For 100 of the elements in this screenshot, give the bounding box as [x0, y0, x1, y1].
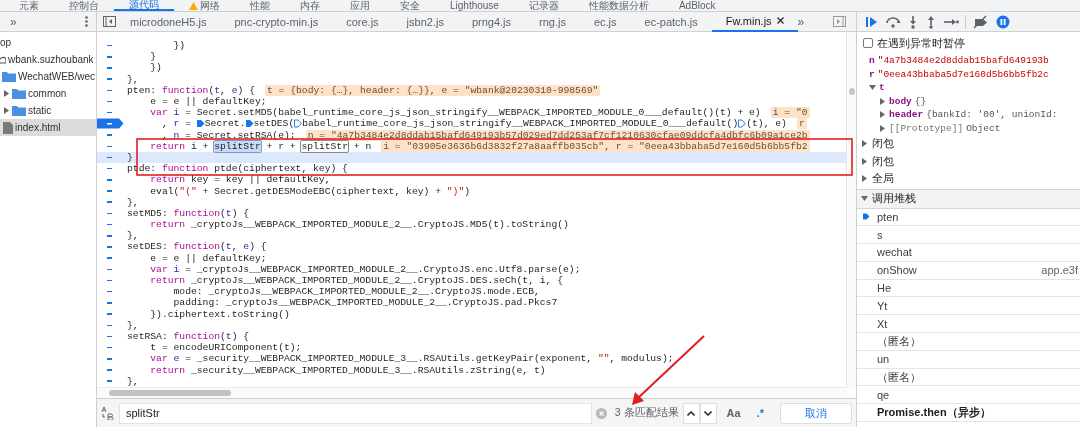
- tree-item[interactable]: WechatWEB/wec: [18, 71, 96, 82]
- file-tab[interactable]: rng.js: [525, 11, 580, 32]
- previous-match-button[interactable]: [682, 402, 700, 424]
- panel-tab[interactable]: 应用: [335, 0, 385, 11]
- frame-name: （匿名）: [877, 333, 921, 349]
- folder-icon: [2, 71, 16, 82]
- code-line: , r =: [160, 118, 192, 130]
- file-tab[interactable]: core.js: [332, 11, 393, 32]
- code-line: }: [127, 151, 133, 163]
- panel-tab[interactable]: 记录器: [513, 0, 574, 11]
- match-case-button[interactable]: Aa: [720, 407, 747, 419]
- code-line: var i = _cryptoJs__WEBPACK_IMPORTED_MODULE_2__.CryptoJS.enc.Utf8.parse(e);: [149, 263, 581, 275]
- frame-name: He: [877, 282, 892, 295]
- scope-key: n: [869, 55, 875, 67]
- panel-tab[interactable]: 内存: [285, 0, 335, 11]
- code-line: },: [127, 319, 139, 331]
- tree-item[interactable]: common: [28, 88, 67, 99]
- panel-tab[interactable]: 安全: [385, 0, 435, 11]
- file-tab[interactable]: prng4.js: [457, 11, 525, 32]
- call-frame[interactable]: Promise.then（异步）: [857, 404, 1080, 423]
- sidebar-toggle-icon: [833, 16, 846, 27]
- checkbox[interactable]: [863, 38, 873, 48]
- panel-tab[interactable]: 性能: [235, 0, 285, 11]
- frame-name: （匿名）: [877, 369, 921, 385]
- code-line: },: [127, 375, 139, 387]
- frame-name: un: [877, 353, 890, 366]
- scope-group[interactable]: 闭包: [872, 136, 894, 152]
- step-over-icon: [885, 14, 901, 29]
- frame-name: Xt: [877, 317, 888, 330]
- file-tab[interactable]: Fw.min.js: [711, 11, 798, 32]
- panel-tab[interactable]: Lighthouse: [435, 0, 514, 11]
- call-frame[interactable]: pten: [857, 208, 1080, 227]
- code-line: pten: function(t, e) {: [127, 84, 255, 96]
- code-line: setDES: function(t, e) {: [127, 241, 267, 253]
- scope-value: Object: [966, 122, 1001, 134]
- call-frame[interactable]: wechat: [857, 244, 1080, 262]
- section-title: 调用堆栈: [872, 191, 916, 206]
- tree-item[interactable]: wbank.suzhoubank: [8, 54, 94, 65]
- code-line: e = e || defaultKey;: [149, 96, 267, 108]
- regex-button[interactable]: .*: [750, 407, 770, 419]
- code-line: return _cryptoJs__WEBPACK_IMPORTED_MODULE_2__.CryptoJS.DES.seCh(t, i, {: [149, 275, 563, 287]
- call-frame[interactable]: s: [857, 226, 1080, 245]
- inline-breakpoint-icon: [245, 119, 254, 129]
- call-frame[interactable]: onShow app.e3f: [857, 261, 1080, 280]
- frame-name: pten: [877, 210, 899, 223]
- scope-group[interactable]: 全局: [872, 171, 894, 187]
- code-line: (t), e): [746, 118, 787, 130]
- code-line: setDES(: [253, 118, 295, 130]
- scope-key: [[Prototype]]: [889, 122, 964, 134]
- scope-group[interactable]: 闭包: [872, 153, 894, 169]
- call-frame[interactable]: Xt: [857, 315, 1080, 334]
- search-field[interactable]: splitStr: [119, 402, 592, 424]
- code-line: var i = Secret.setMD5(babel_runtime_core_js_json_stringify__WEBPACK_IMPORTED_MODULE_0___default()(t) + e): [149, 107, 761, 119]
- call-frame[interactable]: Yt: [857, 297, 1080, 316]
- code-line: t = encodeURIComponent(t);: [149, 342, 302, 354]
- panel-tab[interactable]: 控制台: [54, 0, 114, 11]
- file-tab[interactable]: ec.js: [579, 11, 631, 32]
- collapse-arrow-icon: [861, 195, 868, 202]
- horizontal-scrollbar[interactable]: [97, 387, 847, 398]
- expand-arrow-icon: [861, 175, 868, 183]
- panel-tab[interactable]: 元素: [4, 0, 54, 11]
- code-line: }): [172, 40, 186, 52]
- frame-location[interactable]: app.e3f: [1041, 264, 1080, 277]
- call-frame[interactable]: He: [857, 279, 1080, 298]
- file-tab[interactable]: microdoneH5.js: [116, 11, 221, 32]
- section-header[interactable]: 调用堆栈: [857, 188, 1080, 209]
- frame-name: Yt: [877, 299, 888, 312]
- call-frame[interactable]: （匿名）: [857, 333, 1080, 351]
- more-panels-button[interactable]: »: [10, 14, 17, 29]
- call-frame[interactable]: un: [857, 350, 1080, 369]
- vertical-scrollbar[interactable]: [846, 32, 856, 388]
- replace-toggle-icon: [101, 406, 115, 420]
- panel-tab[interactable]: AdBlock: [663, 0, 731, 11]
- breakpoint-marker-icon[interactable]: [97, 118, 124, 130]
- panel-tab[interactable]: 网络: [174, 0, 235, 11]
- file-tab[interactable]: pnc-crypto-min.js: [220, 11, 333, 32]
- cancel-button[interactable]: 取消: [780, 402, 852, 424]
- resume-icon: [865, 14, 879, 29]
- inline-breakpoint-icon: [294, 119, 303, 129]
- call-frame[interactable]: qe: [857, 386, 1080, 405]
- call-frame[interactable]: （匿名）: [857, 368, 1080, 387]
- panel-tab[interactable]: 性能数据分析: [573, 0, 664, 11]
- expand-arrow-icon: [3, 107, 10, 114]
- expand-arrow-icon: [861, 140, 868, 148]
- checkbox-label: 在遇到异常时暂停: [877, 35, 965, 51]
- tree-item[interactable]: op: [0, 37, 12, 48]
- scope-value: {}: [914, 95, 927, 107]
- code-line: return i + splitStr + r + splitStr + n: [149, 140, 372, 152]
- tree-item[interactable]: static: [28, 105, 52, 116]
- frame-name: Promise.then（异步）: [877, 405, 991, 421]
- code-line: , n = Secret.setRSA(e);: [160, 129, 296, 141]
- file-tab[interactable]: jsbn2.js: [392, 11, 458, 32]
- expand-arrow-icon: [3, 90, 10, 97]
- scope-key: r: [869, 68, 875, 80]
- scope-key: header: [889, 109, 924, 121]
- more-tabs-button[interactable]: »: [797, 14, 805, 29]
- file-tab[interactable]: ec-patch.js: [630, 11, 712, 32]
- code-line: eval("(" + Secret.getDESModeEBC(ciphertext, key) + ")"): [149, 185, 471, 197]
- code-line: },: [127, 230, 139, 242]
- code-line: return key = key || defaultKey,: [149, 174, 331, 186]
